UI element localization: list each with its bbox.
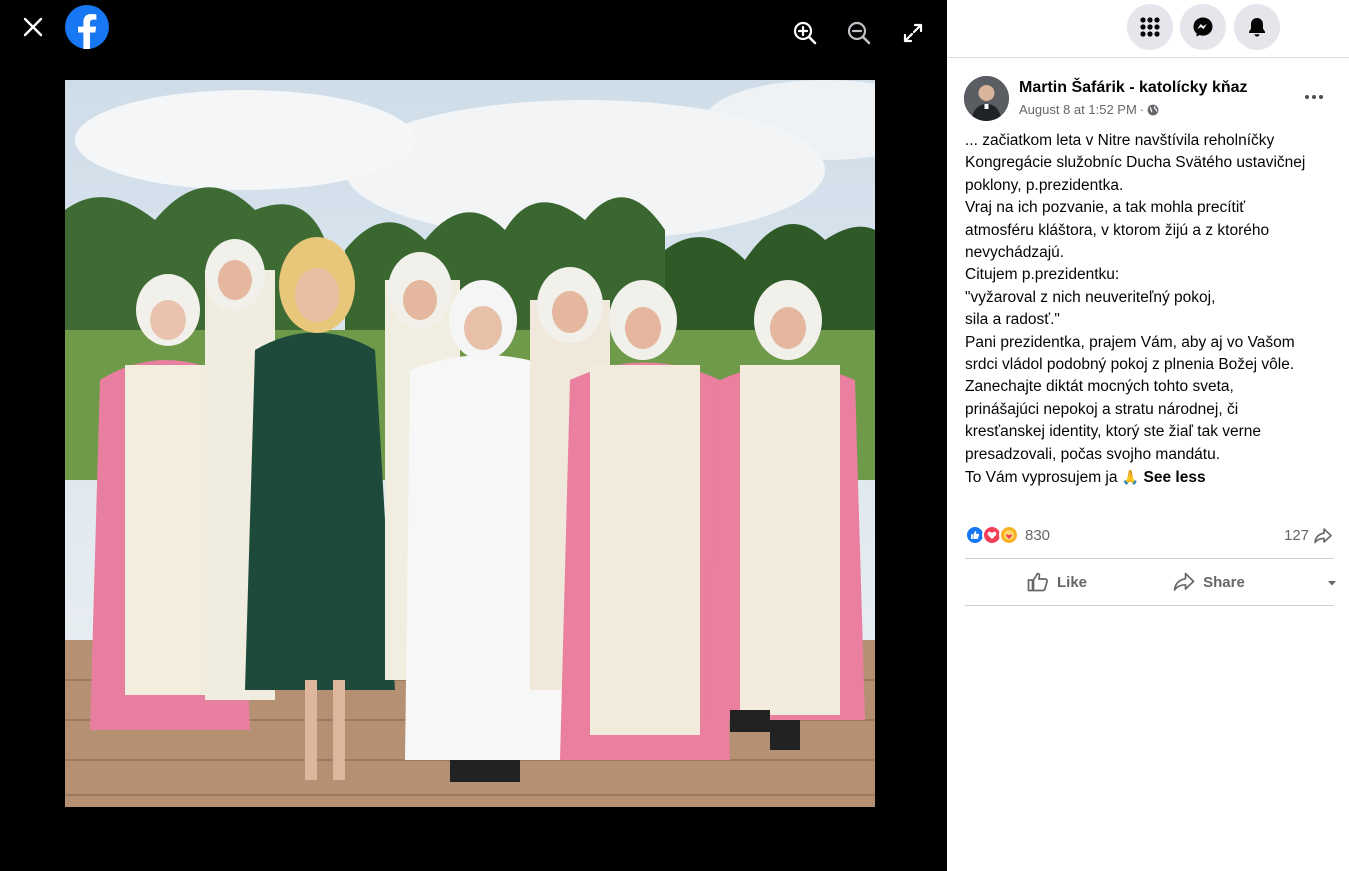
menu-button[interactable] [1127, 4, 1173, 50]
divider [965, 558, 1334, 559]
care-reaction-icon [999, 525, 1019, 545]
reactions-summary[interactable]: 830 [965, 525, 1050, 545]
close-icon [23, 17, 43, 37]
post-text-line: nevychádzajú. [965, 244, 1065, 262]
post-text-line: ... začiatkom leta v Nitre navštívila re… [965, 132, 1275, 149]
post-photo[interactable] [65, 80, 875, 807]
post-text-line: Vraj na ich pozvanie, a tak mohla precít… [965, 199, 1246, 217]
post-text-line: srdci vládol podobný pokoj z plnenia Bož… [965, 356, 1295, 374]
post-text-line: Pani prezidentka, prajem Vám, aby aj vo … [965, 333, 1295, 351]
bell-icon [1249, 18, 1265, 37]
messenger-icon [1193, 17, 1213, 37]
author-avatar[interactable] [964, 76, 1009, 121]
post-panel: Martin Šafárik - katolícky kňaz August 8… [947, 58, 1349, 871]
post-text-line: Kongregácie služobníc Ducha Svätého usta… [965, 154, 1306, 172]
reaction-count: 830 [1025, 526, 1051, 544]
messenger-button[interactable] [1180, 4, 1226, 50]
author-name[interactable]: Martin Šafárik - katolícky kňaz [1019, 79, 1248, 97]
zoom-out-icon [847, 21, 871, 45]
share-count-link[interactable]: 127 [1284, 527, 1332, 544]
grid-menu-icon [1140, 17, 1160, 37]
dot [1305, 95, 1309, 99]
dot [1312, 95, 1316, 99]
photo-viewer [0, 0, 947, 871]
like-button[interactable]: Like [987, 562, 1127, 602]
post-meta: August 8 at 1:52 PM · [1019, 102, 1159, 117]
share-label: Share [1203, 573, 1245, 591]
post-text-line: poklony, p.prezidentka. [965, 176, 1124, 194]
photo-illustration [65, 80, 875, 807]
post-timestamp[interactable]: August 8 at 1:52 PM [1019, 102, 1137, 117]
post-text-line: atmosféru kláštora, v ktorom žijú a z kt… [965, 221, 1270, 239]
facebook-logo[interactable] [64, 4, 110, 50]
dot [1319, 95, 1323, 99]
post-text-line: presadzovali, počas svojho mandátu. [965, 445, 1221, 463]
notifications-button[interactable] [1234, 4, 1280, 50]
zoom-in-icon [793, 21, 817, 45]
close-button[interactable] [14, 8, 52, 46]
post-text-line: sila a radosť." [965, 311, 1060, 329]
share-small-icon [1314, 527, 1332, 543]
post-text-line: "vyžaroval z nich neuveriteľný pokoj, [965, 288, 1216, 306]
caret-down-icon [1328, 581, 1336, 586]
top-bar [947, 0, 1349, 58]
divider [965, 605, 1334, 606]
post-text: ... začiatkom leta v Nitre navštívila re… [965, 130, 1337, 490]
praying-hands-emoji: 🙏 [1121, 469, 1140, 486]
like-icon [1027, 572, 1048, 592]
meta-separator: · [1139, 102, 1145, 117]
post-text-last-line: To Vám vyprosujem ja 🙏 See less [965, 466, 1337, 489]
post-text-line: prinášajúci nepokoj a stratu národnej, č… [965, 400, 1239, 418]
globe-icon [1147, 104, 1159, 115]
zoom-in-button[interactable] [787, 15, 823, 51]
zoom-out-button[interactable] [841, 15, 877, 51]
fullscreen-button[interactable] [895, 15, 931, 51]
see-less-link[interactable]: See less [1144, 469, 1206, 486]
share-button[interactable]: Share [1147, 562, 1271, 602]
post-text-line: To Vám vyprosujem ja [965, 469, 1118, 487]
share-icon [1173, 572, 1195, 591]
like-label: Like [1056, 573, 1087, 591]
post-text-line: Zanechajte diktát mocných tohto sveta, [965, 378, 1234, 396]
fullscreen-icon [903, 23, 923, 43]
more-options-button[interactable] [1297, 86, 1331, 108]
post-text-line: Citujem p.prezidentku: [965, 266, 1120, 284]
post-text-line: kresťanskej identity, ktorý ste žiaľ tak… [965, 423, 1262, 441]
share-options-dropdown[interactable] [1325, 576, 1339, 590]
share-count: 127 [1284, 527, 1310, 544]
